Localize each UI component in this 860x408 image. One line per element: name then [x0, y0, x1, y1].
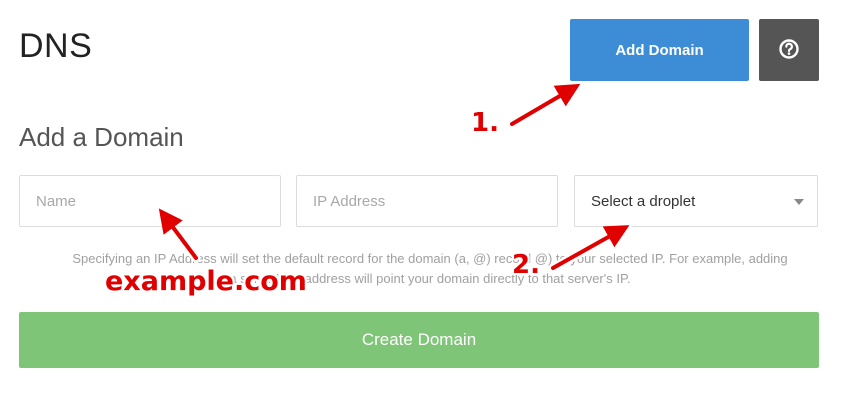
annotation-arrows [155, 81, 632, 273]
arrow-to-add-domain-icon [510, 83, 581, 126]
example-domain-annotation: example.com [105, 266, 307, 297]
step-2-annotation: 2. [512, 250, 540, 280]
arrow-to-name-icon [158, 208, 198, 260]
arrow-to-droplet-icon [551, 225, 630, 270]
step-1-annotation: 1. [471, 108, 499, 138]
